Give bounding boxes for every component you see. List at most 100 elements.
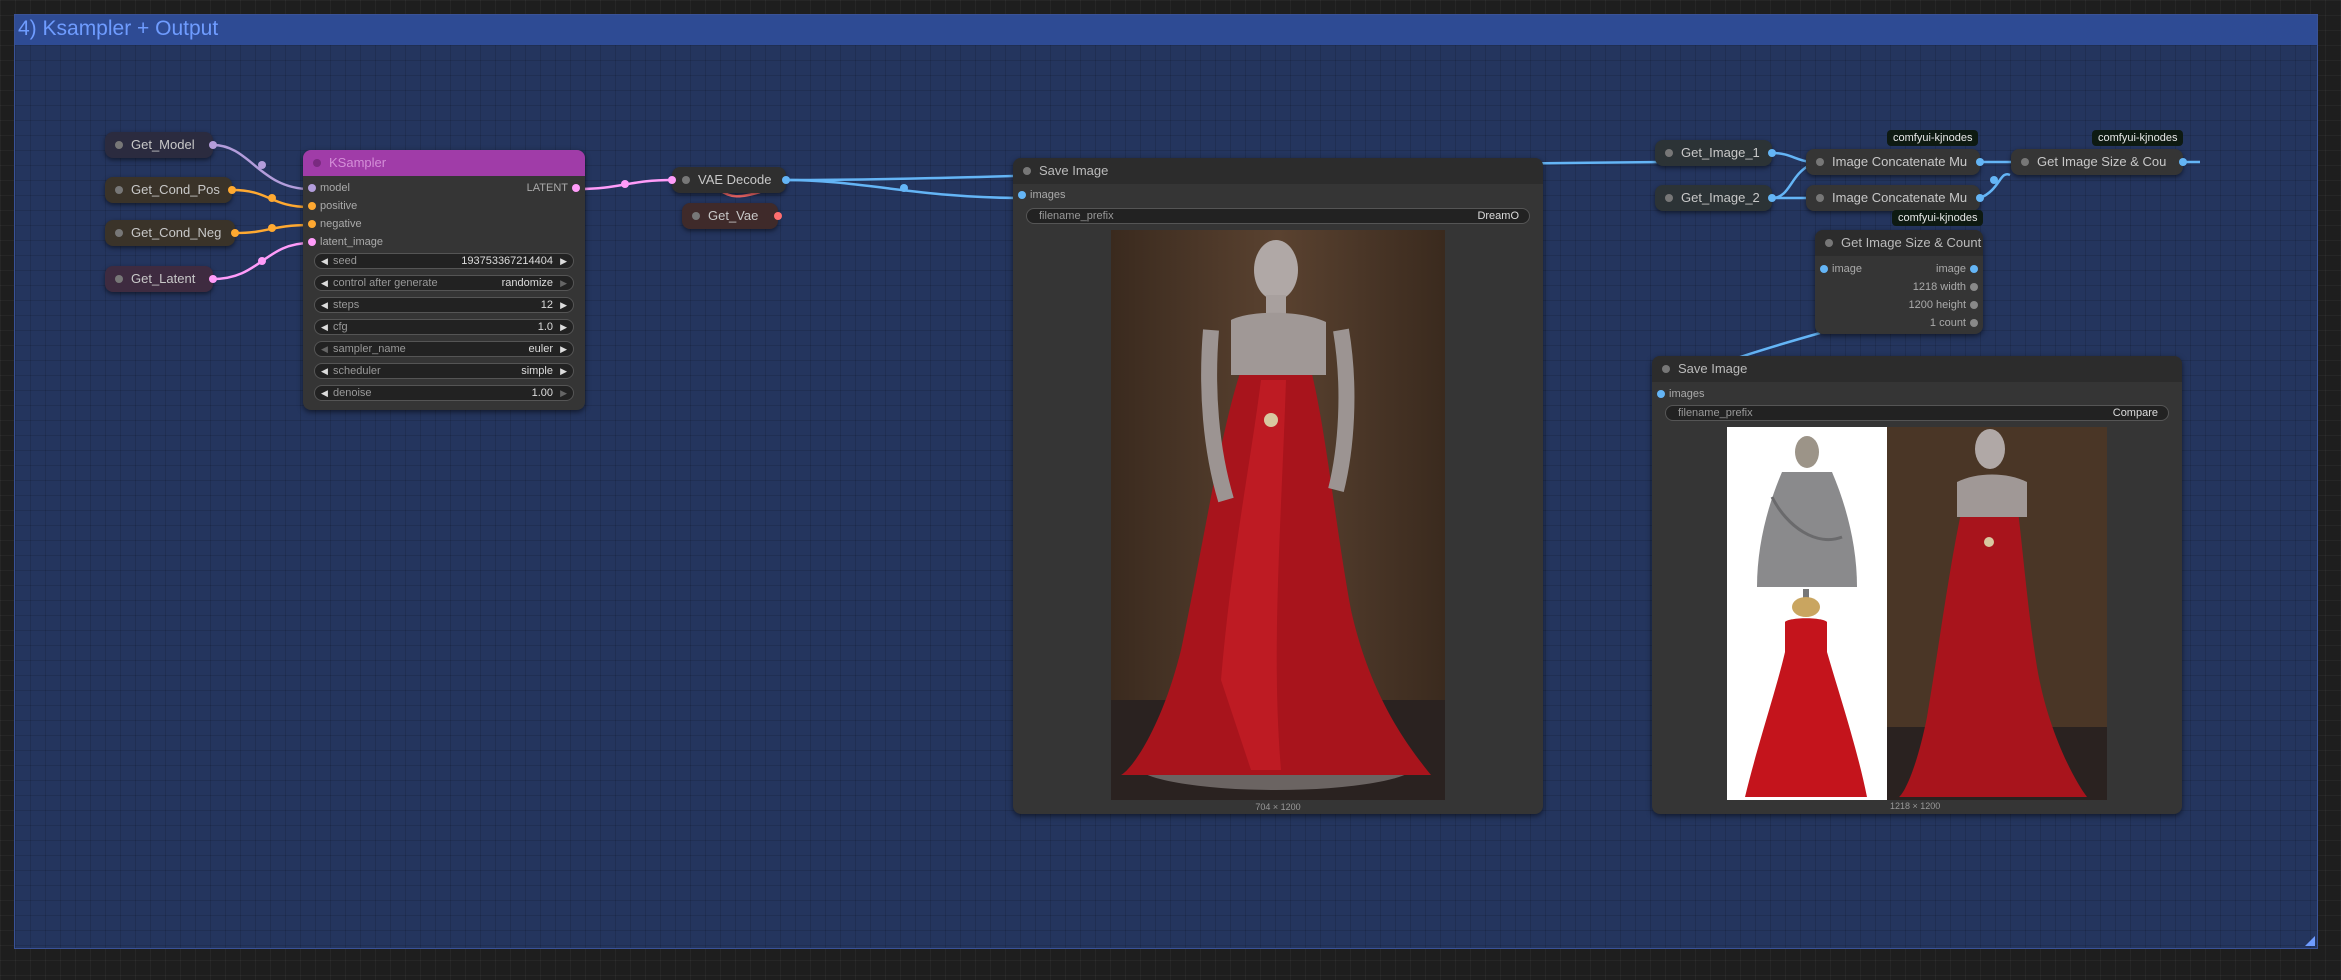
scheduler-widget[interactable]: ◀ scheduler simple ▶ <box>314 363 574 379</box>
collapse-dot-icon[interactable] <box>1665 149 1673 157</box>
output-port-latent[interactable] <box>209 275 217 283</box>
get-cond-pos-node[interactable]: Get_Cond_Pos <box>105 177 236 203</box>
image-concatenate-node-1[interactable]: Image Concatenate Mu <box>1806 149 1984 175</box>
output-port-count[interactable] <box>1970 319 1978 327</box>
input-port-positive[interactable] <box>308 202 316 210</box>
node-source-tag: comfyui-kjnodes <box>1892 210 1984 226</box>
node-title: Save Image <box>1678 361 1748 376</box>
collapse-dot-icon[interactable] <box>692 212 700 220</box>
comparison-composite-image <box>1727 427 2107 800</box>
output-port-image[interactable] <box>1768 194 1776 202</box>
save-image-node-1[interactable]: Save Image images filename_prefix DreamO… <box>1013 158 1543 814</box>
node-source-tag: comfyui-kjnodes <box>2092 130 2184 146</box>
decrement-arrow-icon[interactable]: ◀ <box>321 320 328 334</box>
collapse-dot-icon[interactable] <box>1023 167 1031 175</box>
output-port-model[interactable] <box>209 141 217 149</box>
decrement-arrow-icon[interactable]: ◀ <box>321 386 328 400</box>
cfg-widget[interactable]: ◀ cfg 1.0 ▶ <box>314 319 574 335</box>
node-header[interactable]: Get Image Size & Count <box>1815 230 1983 256</box>
slot-positive: positive <box>320 200 358 212</box>
node-title: Get_Latent <box>131 271 196 286</box>
slot-images: images <box>1669 388 1705 400</box>
increment-arrow-icon[interactable]: ▶ <box>560 298 567 312</box>
output-port-image[interactable] <box>1976 158 1984 166</box>
get-vae-node[interactable]: Get_Vae <box>682 203 782 229</box>
output-port-conditioning[interactable] <box>231 229 239 237</box>
collapse-dot-icon[interactable] <box>1816 158 1824 166</box>
get-cond-neg-node[interactable]: Get_Cond_Neg <box>105 220 239 246</box>
output-port-vae[interactable] <box>774 212 782 220</box>
output-port-image[interactable] <box>1768 149 1776 157</box>
group-title[interactable]: 4) Ksampler + Output <box>15 15 2317 45</box>
collapse-dot-icon[interactable] <box>115 186 123 194</box>
output-port-image[interactable] <box>1976 194 1984 202</box>
save-image-header[interactable]: Save Image <box>1652 356 2182 382</box>
node-title: Get_Model <box>131 137 195 152</box>
input-port-images[interactable] <box>1018 191 1026 199</box>
collapse-dot-icon[interactable] <box>313 159 321 167</box>
denoise-widget[interactable]: ◀ denoise 1.00 ▶ <box>314 385 574 401</box>
slot-width-out: 1218 width <box>1912 281 1966 293</box>
output-port-image[interactable] <box>782 176 790 184</box>
slot-count-out: 1 count <box>1929 317 1966 329</box>
input-port-model[interactable] <box>308 184 316 192</box>
collapse-dot-icon[interactable] <box>115 141 123 149</box>
decrement-arrow-icon[interactable]: ◀ <box>321 276 328 290</box>
collapse-dot-icon[interactable] <box>682 176 690 184</box>
output-image-preview[interactable] <box>1111 230 1445 800</box>
sampler-name-widget[interactable]: ◀ sampler_name euler ▶ <box>314 341 574 357</box>
ksampler-header[interactable]: KSampler <box>303 150 585 176</box>
collapse-dot-icon[interactable] <box>1665 194 1673 202</box>
control-after-generate-widget[interactable]: ◀ control after generate randomize ▶ <box>314 275 574 291</box>
save-image-node-2[interactable]: Save Image images filename_prefix Compar… <box>1652 356 2182 814</box>
output-port-latent[interactable] <box>572 184 580 192</box>
output-port-image[interactable] <box>1970 265 1978 273</box>
node-title: Image Concatenate Mu <box>1832 154 1968 169</box>
get-image-1-node[interactable]: Get_Image_1 <box>1655 140 1776 166</box>
comparison-image-preview[interactable] <box>1727 427 2107 800</box>
image-concatenate-node-2[interactable]: Image Concatenate Mu <box>1806 185 1984 211</box>
increment-arrow-icon[interactable]: ▶ <box>560 342 567 356</box>
input-port-images[interactable] <box>1657 390 1665 398</box>
increment-arrow-icon[interactable]: ▶ <box>560 364 567 378</box>
output-port-height[interactable] <box>1970 301 1978 309</box>
get-model-node[interactable]: Get_Model <box>105 132 217 158</box>
collapse-dot-icon[interactable] <box>1662 365 1670 373</box>
input-port-samples[interactable] <box>668 176 676 184</box>
collapse-dot-icon[interactable] <box>115 275 123 283</box>
output-port-width[interactable] <box>1970 283 1978 291</box>
output-port-conditioning[interactable] <box>228 186 236 194</box>
increment-arrow-icon[interactable]: ▶ <box>560 386 567 400</box>
decrement-arrow-icon[interactable]: ◀ <box>321 254 328 268</box>
increment-arrow-icon[interactable]: ▶ <box>560 254 567 268</box>
collapse-dot-icon[interactable] <box>1825 239 1833 247</box>
image-dimensions: 1218 × 1200 <box>1890 801 1941 811</box>
input-port-negative[interactable] <box>308 220 316 228</box>
group-resize-handle[interactable] <box>2305 936 2315 946</box>
ksampler-node[interactable]: KSampler model positive negative latent_… <box>303 150 585 410</box>
increment-arrow-icon[interactable]: ▶ <box>560 320 567 334</box>
node-title: Get_Cond_Neg <box>131 225 222 240</box>
collapse-dot-icon[interactable] <box>2021 158 2029 166</box>
decrement-arrow-icon[interactable]: ◀ <box>321 298 328 312</box>
get-latent-node[interactable]: Get_Latent <box>105 266 217 292</box>
node-title: Get_Vae <box>708 208 759 223</box>
steps-widget[interactable]: ◀ steps 12 ▶ <box>314 297 574 313</box>
output-port-image[interactable] <box>2179 158 2187 166</box>
slot-model: model <box>320 182 350 194</box>
increment-arrow-icon[interactable]: ▶ <box>560 276 567 290</box>
get-image-size-count-node-1[interactable]: Get Image Size & Cou <box>2011 149 2187 175</box>
collapse-dot-icon[interactable] <box>1816 194 1824 202</box>
input-port-image[interactable] <box>1820 265 1828 273</box>
filename-prefix-field[interactable]: filename_prefix Compare <box>1665 405 2169 421</box>
filename-prefix-field[interactable]: filename_prefix DreamO <box>1026 208 1530 224</box>
vae-decode-node[interactable]: VAE Decode <box>668 167 790 193</box>
decrement-arrow-icon[interactable]: ◀ <box>321 364 328 378</box>
collapse-dot-icon[interactable] <box>115 229 123 237</box>
get-image-size-count-node-2[interactable]: Get Image Size & Count image image 1218 … <box>1815 230 1983 334</box>
seed-widget[interactable]: ◀ seed 193753367214404 ▶ <box>314 253 574 269</box>
save-image-header[interactable]: Save Image <box>1013 158 1543 184</box>
input-port-latent-image[interactable] <box>308 238 316 246</box>
get-image-2-node[interactable]: Get_Image_2 <box>1655 185 1776 211</box>
decrement-arrow-icon[interactable]: ◀ <box>321 342 328 356</box>
